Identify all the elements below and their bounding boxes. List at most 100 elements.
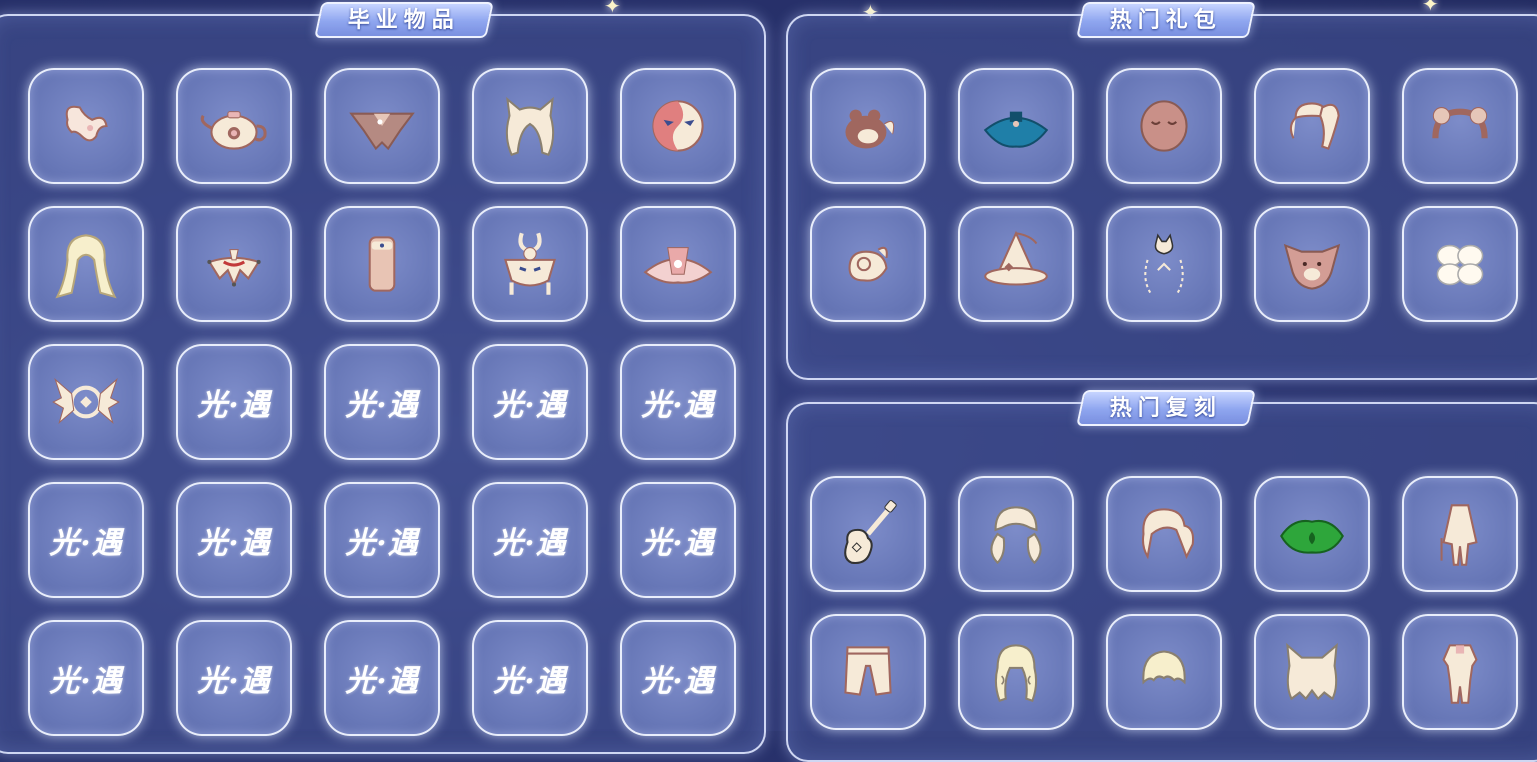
green-cape-icon <box>1280 520 1344 554</box>
panel-title: 热门礼包 <box>1109 8 1222 33</box>
sky-logo-placeholder: 光·遇 <box>641 664 715 699</box>
bodysuit-icon <box>1442 644 1478 704</box>
item-slot[interactable] <box>472 206 588 322</box>
item-slot[interactable] <box>810 476 926 592</box>
panel-title-tab: 毕业物品 <box>314 2 494 38</box>
item-slot[interactable] <box>810 68 926 184</box>
empty-item-slot[interactable]: 光·遇 <box>324 344 440 460</box>
hot-reruns-panel: 热门复刻 <box>786 390 1537 762</box>
dog-mask-icon <box>1283 243 1341 290</box>
scroll-cloak-icon <box>368 236 396 292</box>
item-slot[interactable] <box>1254 68 1370 184</box>
sky-logo-placeholder: 光·遇 <box>641 388 715 423</box>
bear-pet-icon <box>845 109 895 149</box>
item-slot[interactable] <box>1106 614 1222 730</box>
flower-icon <box>1436 244 1484 286</box>
empty-item-slot[interactable]: 光·遇 <box>176 482 292 598</box>
sky-logo-placeholder: 光·遇 <box>641 526 715 561</box>
item-grid <box>810 68 1518 322</box>
item-grid <box>810 476 1518 730</box>
crab-icon <box>848 246 888 282</box>
item-slot[interactable] <box>958 206 1074 322</box>
item-slot[interactable] <box>1254 614 1370 730</box>
item-slot[interactable] <box>958 68 1074 184</box>
blue-cape-icon <box>983 111 1049 148</box>
sky-logo-placeholder: 光·遇 <box>345 664 419 699</box>
panel-title: 热门复刻 <box>1109 396 1222 421</box>
mask-icon <box>652 100 704 152</box>
empty-item-slot[interactable]: 光·遇 <box>324 620 440 736</box>
hair-ornament-icon <box>65 105 108 142</box>
animal-ear-hair-icon <box>505 96 555 156</box>
long-hair-icon <box>55 234 117 299</box>
empty-item-slot[interactable]: 光·遇 <box>620 620 736 736</box>
empty-item-slot[interactable]: 光·遇 <box>472 344 588 460</box>
panel-title: 毕业物品 <box>347 8 460 33</box>
item-slot[interactable] <box>958 476 1074 592</box>
empty-item-slot[interactable]: 光·遇 <box>28 620 144 736</box>
item-slot[interactable] <box>1402 206 1518 322</box>
sky-logo-placeholder: 光·遇 <box>493 526 567 561</box>
hot-gift-packs-panel: 热门礼包 <box>786 2 1537 380</box>
side-ponytail-hair-icon <box>1141 508 1195 560</box>
antler-mask-icon <box>504 232 556 295</box>
bead-necklace-icon <box>207 249 261 288</box>
sky-logo-placeholder: 光·遇 <box>345 526 419 561</box>
cat-ear-hair-icon <box>1286 642 1338 701</box>
item-slot[interactable] <box>28 68 144 184</box>
item-slot[interactable] <box>810 206 926 322</box>
twin-tail-hair-icon <box>990 506 1042 565</box>
item-slot[interactable] <box>810 614 926 730</box>
item-slot[interactable] <box>28 344 144 460</box>
empty-item-slot[interactable]: 光·遇 <box>324 482 440 598</box>
item-slot[interactable] <box>176 68 292 184</box>
item-slot[interactable] <box>472 68 588 184</box>
empty-item-slot[interactable]: 光·遇 <box>620 344 736 460</box>
empty-item-slot[interactable]: 光·遇 <box>472 482 588 598</box>
cape-icon <box>349 112 415 151</box>
item-slot[interactable] <box>1402 68 1518 184</box>
outfit-icon <box>1440 504 1478 566</box>
pants-icon <box>844 646 892 696</box>
item-slot[interactable] <box>958 614 1074 730</box>
panel-title-tab: 热门礼包 <box>1076 2 1256 38</box>
empty-item-slot[interactable]: 光·遇 <box>176 620 292 736</box>
item-slot[interactable] <box>1402 476 1518 592</box>
item-slot[interactable] <box>1106 68 1222 184</box>
item-slot[interactable] <box>1254 206 1370 322</box>
headband-icon <box>1432 107 1488 139</box>
witch-hat-icon <box>984 230 1048 286</box>
wing-emblem-icon <box>52 377 120 424</box>
item-slot[interactable] <box>1254 476 1370 592</box>
item-slot[interactable] <box>28 206 144 322</box>
cat-spell-icon <box>1144 233 1184 296</box>
empty-item-slot[interactable]: 光·遇 <box>472 620 588 736</box>
flower-cape-icon <box>643 247 713 284</box>
item-slot[interactable] <box>620 206 736 322</box>
sky-logo-placeholder: 光·遇 <box>493 664 567 699</box>
item-slot[interactable] <box>324 68 440 184</box>
sky-logo-placeholder: 光·遇 <box>197 526 271 561</box>
sky-logo-placeholder: 光·遇 <box>49 526 123 561</box>
panel-title-tab: 热门复刻 <box>1076 390 1256 426</box>
sky-logo-placeholder: 光·遇 <box>197 388 271 423</box>
sky-logo-placeholder: 光·遇 <box>49 664 123 699</box>
item-slot[interactable] <box>1106 206 1222 322</box>
curly-hair-icon <box>994 644 1038 702</box>
empty-item-slot[interactable]: 光·遇 <box>176 344 292 460</box>
ponytail-hair-icon <box>1289 102 1340 150</box>
item-slot[interactable] <box>176 206 292 322</box>
empty-item-slot[interactable]: 光·遇 <box>620 482 736 598</box>
empty-item-slot[interactable]: 光·遇 <box>28 482 144 598</box>
graduation-items-panel: 毕业物品 光·遇 光·遇 光·遇 光·遇 光·遇 光·遇 光·遇 光·遇 光·遇 光·遇 光·遇 光·… <box>0 2 766 754</box>
item-slot[interactable] <box>620 68 736 184</box>
teapot-icon <box>200 111 267 150</box>
sky-logo-placeholder: 光·遇 <box>197 664 271 699</box>
item-slot[interactable] <box>1402 614 1518 730</box>
short-hair-icon <box>1142 650 1186 685</box>
item-slot[interactable] <box>1106 476 1222 592</box>
sky-logo-placeholder: 光·遇 <box>493 388 567 423</box>
item-slot[interactable] <box>324 206 440 322</box>
item-grid: 光·遇 光·遇 光·遇 光·遇 光·遇 光·遇 光·遇 光·遇 光·遇 光·遇 光·遇 光·遇 光·遇光… <box>28 68 736 736</box>
sky-logo-placeholder: 光·遇 <box>345 388 419 423</box>
